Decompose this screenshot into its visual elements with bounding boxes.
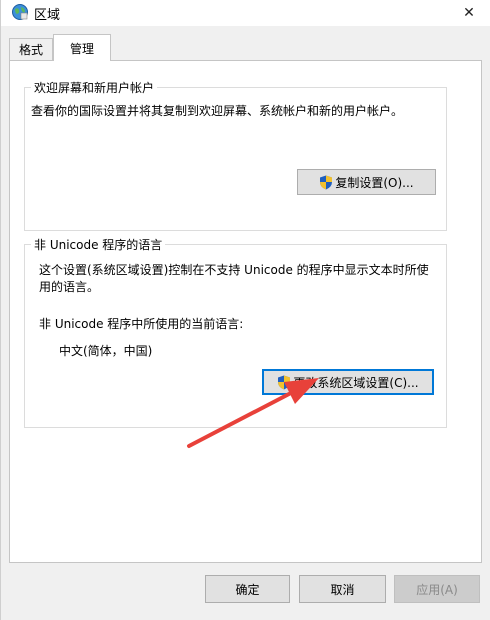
non-unicode-group-legend: 非 Unicode 程序的语言: [31, 236, 166, 253]
welcome-screen-group: 欢迎屏幕和新用户帐户 查看你的国际设置并将其复制到欢迎屏幕、系统帐户和新的用户帐…: [24, 79, 447, 231]
tab-administrative[interactable]: 管理: [53, 34, 111, 61]
non-unicode-description-line2: 用的语言。: [39, 280, 100, 294]
ok-label: 确定: [235, 582, 260, 597]
change-system-locale-button[interactable]: 更改系统区域设置(C)...: [262, 369, 434, 395]
tab-administrative-label: 管理: [69, 41, 94, 56]
region-dialog: 区域 ✕ 格式 管理 欢迎屏幕和新用户帐户 查看你的国际设置并将其复制到欢迎屏幕…: [0, 0, 490, 620]
close-icon: ✕: [463, 5, 475, 21]
window-title: 区域: [34, 8, 61, 23]
uac-shield-icon: [320, 175, 333, 189]
globe-icon: [12, 4, 28, 20]
non-unicode-group: 非 Unicode 程序的语言 这个设置(系统区域设置)控制在不支持 Unico…: [24, 236, 447, 428]
tab-format[interactable]: 格式: [9, 38, 53, 60]
tab-format-label: 格式: [18, 43, 43, 57]
uac-shield-icon: [278, 375, 291, 389]
non-unicode-description-line1: 这个设置(系统区域设置)控制在不支持 Unicode 的程序中显示文本时所使: [39, 263, 429, 277]
ok-button[interactable]: 确定: [205, 575, 290, 603]
copy-settings-label: 复制设置(O)...: [335, 175, 414, 190]
tab-panel: 欢迎屏幕和新用户帐户 查看你的国际设置并将其复制到欢迎屏幕、系统帐户和新的用户帐…: [9, 60, 482, 563]
title-bar: 区域 ✕: [1, 0, 490, 26]
cancel-label: 取消: [330, 582, 355, 597]
apply-label: 应用(A): [416, 582, 458, 597]
welcome-description: 查看你的国际设置并将其复制到欢迎屏幕、系统帐户和新的用户帐户。: [31, 104, 404, 118]
apply-button[interactable]: 应用(A): [394, 575, 480, 603]
cancel-button[interactable]: 取消: [299, 575, 386, 603]
current-language-value: 中文(简体，中国): [59, 344, 153, 358]
welcome-group-legend: 欢迎屏幕和新用户帐户: [31, 79, 158, 96]
copy-settings-button[interactable]: 复制设置(O)...: [297, 169, 436, 195]
current-language-label: 非 Unicode 程序中所使用的当前语言:: [39, 317, 244, 331]
change-system-locale-label: 更改系统区域设置(C)...: [293, 375, 419, 390]
close-button[interactable]: ✕: [447, 0, 490, 26]
